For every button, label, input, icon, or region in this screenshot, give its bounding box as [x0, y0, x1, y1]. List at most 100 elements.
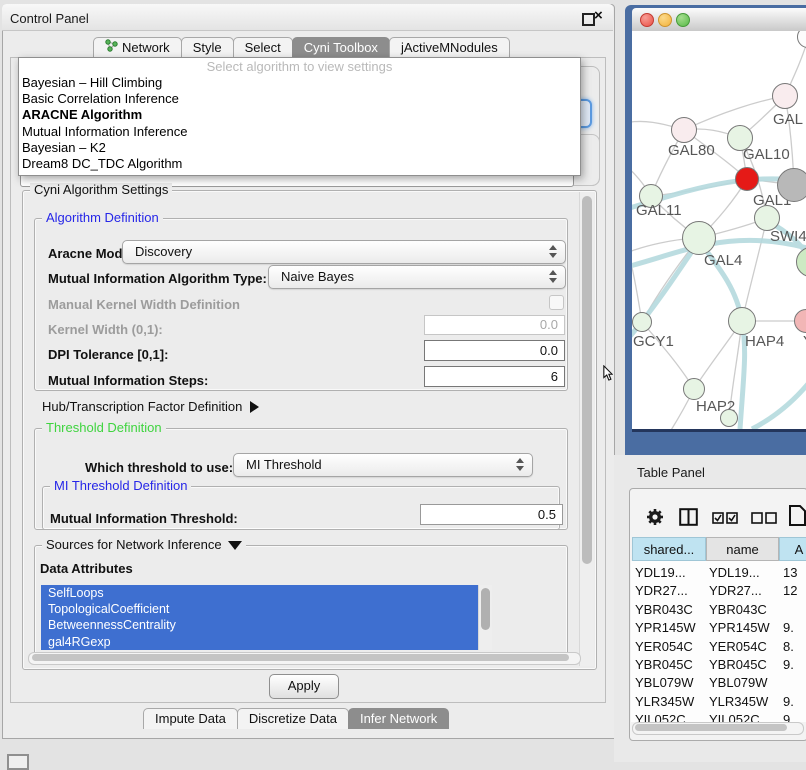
tab-discretize-data[interactable]: Discretize Data	[237, 708, 349, 729]
mi-type-combo[interactable]: Naive Bayes	[268, 265, 566, 289]
network-node-label: GAL11	[636, 202, 682, 219]
tab-infer-network[interactable]: Infer Network	[348, 708, 449, 729]
network-window-shadow	[632, 429, 806, 432]
table-cell: 8.	[783, 638, 806, 656]
table-cell: YPR145W	[635, 619, 707, 637]
attribute-item-topologicalcoefficient[interactable]: TopologicalCoefficient	[41, 601, 478, 617]
network-node-hap4[interactable]	[728, 307, 756, 335]
table-row[interactable]: YBL079WYBL079W	[631, 674, 806, 692]
network-node-hap2[interactable]	[683, 378, 705, 400]
tab-label: Cyni Toolbox	[304, 38, 378, 58]
table-row[interactable]: YBR043CYBR043C	[631, 601, 806, 619]
tab-cyni-toolbox[interactable]: Cyni Toolbox	[292, 37, 390, 58]
algorithm-option-mutual-information-inference[interactable]: Mutual Information Inference	[19, 124, 580, 140]
table-row[interactable]: YLR345WYLR345W9.	[631, 693, 806, 711]
settings-scrollbar-thumb[interactable]	[582, 196, 592, 564]
dpi-tolerance-field[interactable]: 0.0	[424, 340, 565, 361]
table-cell: 9.	[783, 656, 806, 674]
mi-threshold-field[interactable]: 0.5	[420, 504, 563, 525]
bottom-tab-bar: Impute Data Discretize DataInfer Network	[144, 707, 449, 729]
tab-impute-data[interactable]: Impute Data	[143, 708, 238, 729]
network-node-gal[interactable]	[772, 83, 798, 109]
network-node-gal1[interactable]	[735, 167, 759, 191]
tab-select[interactable]: Select	[233, 37, 293, 58]
tab-label: Select	[245, 38, 281, 58]
table-cell: YIL052C	[709, 711, 780, 722]
collapse-triangle-icon[interactable]	[228, 541, 242, 550]
network-node-gcy1[interactable]	[632, 312, 652, 332]
table-cell: YPR145W	[709, 619, 780, 637]
network-node-gal4[interactable]	[682, 221, 716, 255]
algorithm-option-basic-correlation-inference[interactable]: Basic Correlation Inference	[19, 91, 580, 107]
algorithm-option-bayesian-hill-climbing[interactable]: Bayesian – Hill Climbing	[19, 75, 580, 91]
algorithm-option-bayesian-k2[interactable]: Bayesian – K2	[19, 140, 580, 156]
network-canvas[interactable]: GALGAL80GAL10GAL1GAL11SWI4GAL4GCY1HAP4YH…	[632, 31, 806, 429]
algorithm-option-aracne-algorithm[interactable]: ARACNE Algorithm	[19, 107, 580, 123]
control-panel-titlebar	[2, 4, 613, 31]
deselect-all-columns-icon[interactable]	[751, 512, 777, 527]
table-row[interactable]: YDR27...YDR27...12	[631, 582, 806, 600]
settings-hscrollbar[interactable]	[28, 652, 581, 665]
attribute-item-gal4rgexp[interactable]: gal4RGexp	[41, 634, 478, 650]
table-cell: YLR345W	[635, 693, 707, 711]
sources-group-title[interactable]: Sources for Network Inference	[42, 538, 246, 552]
table-cell	[783, 674, 806, 692]
table-row[interactable]: YIL052CYIL052C9	[631, 711, 806, 722]
tab-label: Impute Data	[155, 709, 226, 729]
table-settings-gear-icon[interactable]	[645, 507, 665, 530]
hub-definition-expander[interactable]: Hub/Transcription Factor Definition	[42, 399, 259, 414]
manual-kernel-checkbox[interactable]	[549, 295, 564, 310]
table-row[interactable]: YPR145WYPR145W9.	[631, 619, 806, 637]
algorithm-option-dream8-dc-tdc-algorithm[interactable]: Dream8 DC_TDC Algorithm	[19, 156, 580, 172]
settings-scrollbar[interactable]	[579, 192, 594, 666]
tab-jactivemnodules[interactable]: jActiveMNodules	[389, 37, 510, 58]
algorithm-popup-prompt: Select algorithm to view settings	[19, 59, 580, 75]
table-hscrollbar[interactable]	[632, 722, 804, 735]
settings-hscrollbar-thumb[interactable]	[32, 654, 569, 661]
attribute-item-betweennesscentrality[interactable]: BetweennessCentrality	[41, 617, 478, 633]
maximize-traffic-light-icon[interactable]	[676, 13, 690, 27]
network-node-unlabeled[interactable]	[777, 168, 806, 202]
tab-network[interactable]: Network	[93, 37, 182, 58]
network-node-unlabeled[interactable]	[720, 409, 738, 427]
mi-threshold-group-title: MI Threshold Definition	[50, 479, 191, 493]
table-row[interactable]: YDL19...YDL19...13	[631, 564, 806, 582]
mi-steps-field[interactable]: 6	[424, 366, 565, 387]
close-traffic-light-icon[interactable]	[640, 13, 654, 27]
minimize-traffic-light-icon[interactable]	[658, 13, 672, 27]
table-cell: 9	[783, 711, 806, 722]
tab-style[interactable]: Style	[181, 37, 234, 58]
apply-button[interactable]: Apply	[269, 674, 339, 699]
kernel-width-label: Kernel Width (0,1):	[48, 322, 163, 337]
attribute-item-selfloops[interactable]: SelfLoops	[41, 585, 478, 601]
network-window-titlebar[interactable]	[632, 8, 806, 32]
table-row[interactable]: YER054CYER054C8.	[631, 638, 806, 656]
column-header-shared[interactable]: shared...	[632, 537, 706, 561]
table-cell: YDR27...	[635, 582, 707, 600]
attributes-scrollbar[interactable]	[478, 585, 492, 650]
mi-type-label: Mutual Information Algorithm Type:	[48, 271, 267, 286]
export-table-icon[interactable]	[789, 505, 806, 529]
attributes-scrollbar-thumb[interactable]	[481, 588, 490, 630]
close-icon[interactable]: ×	[594, 7, 603, 24]
kernel-width-field[interactable]: 0.0	[424, 315, 565, 335]
select-all-columns-icon[interactable]	[712, 512, 738, 527]
which-threshold-combo[interactable]: MI Threshold	[233, 453, 533, 477]
split-columns-icon[interactable]	[679, 508, 698, 529]
table-hscrollbar-thumb[interactable]	[635, 724, 787, 731]
data-attributes-label: Data Attributes	[40, 561, 133, 576]
docked-panel-icon[interactable]	[7, 754, 29, 770]
network-node-gal80[interactable]	[671, 117, 697, 143]
column-header-name[interactable]: name	[706, 537, 779, 561]
tab-label: Style	[193, 38, 222, 58]
table-cell: YBR043C	[709, 601, 780, 619]
network-node-label: GAL10	[743, 146, 790, 163]
table-row[interactable]: YBR045CYBR045C9.	[631, 656, 806, 674]
mi-steps-label: Mutual Information Steps:	[48, 373, 208, 388]
manual-kernel-label: Manual Kernel Width Definition	[48, 297, 240, 312]
aracne-mode-combo[interactable]: Discovery	[122, 240, 566, 264]
table-cell: YBR045C	[709, 656, 780, 674]
column-header-a[interactable]: A	[779, 537, 806, 561]
expand-triangle-icon[interactable]	[250, 401, 259, 413]
algorithm-definition-title: Algorithm Definition	[42, 211, 163, 225]
